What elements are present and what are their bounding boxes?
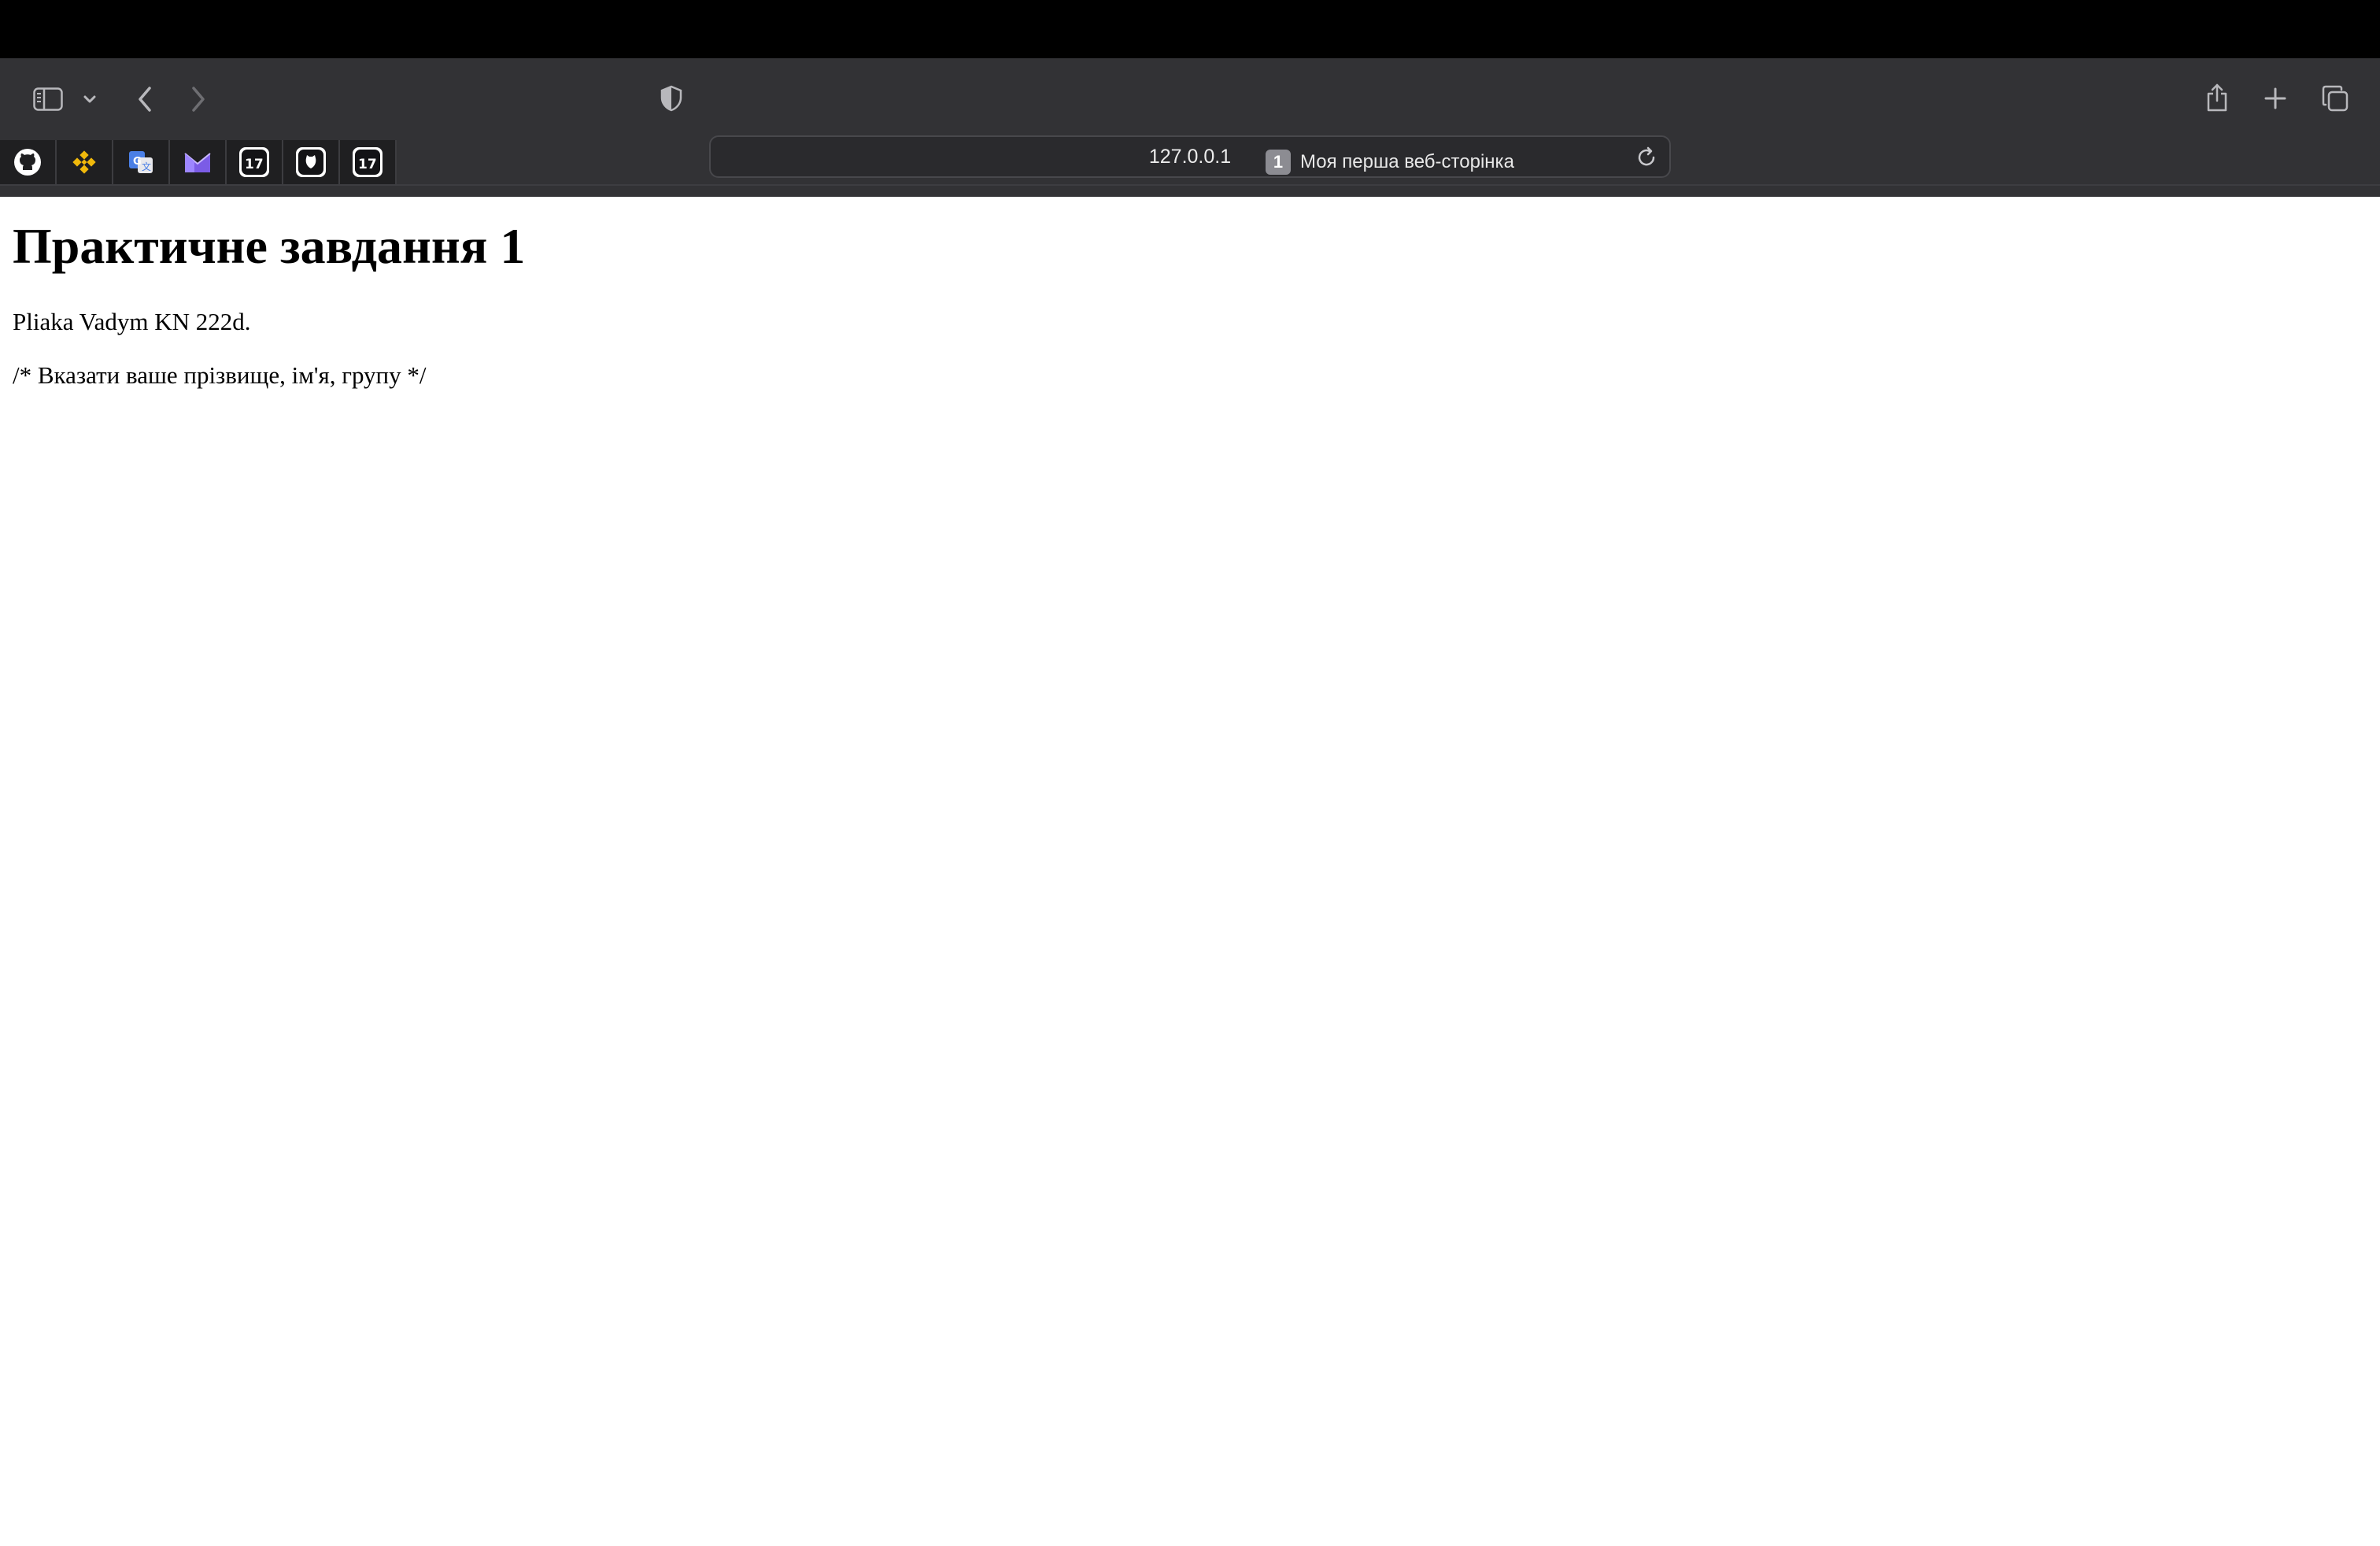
favorite-google-translate[interactable]: G 文 <box>113 140 170 184</box>
page-content: Практичне завдання 1 Pliaka Vadym KN 222… <box>13 186 2367 390</box>
favorite-github[interactable] <box>0 140 57 184</box>
share-icon[interactable] <box>2204 80 2230 115</box>
favorite-tradingview-2[interactable]: 17 <box>340 140 397 184</box>
page-heading: Практичне завдання 1 <box>13 218 526 274</box>
favorite-proton-mail[interactable] <box>170 140 227 184</box>
address-bar[interactable]: 127.0.0.1 <box>709 135 1671 178</box>
favorite-bear[interactable] <box>283 140 340 184</box>
github-icon <box>13 147 42 177</box>
tab-title[interactable]: 1 Моя перша веб-сторінка <box>1266 148 1514 176</box>
tab-count-badge: 1 <box>1266 150 1291 175</box>
sidebar-icon[interactable] <box>30 83 66 115</box>
tradingview-icon: 17 <box>353 147 382 177</box>
tab-label: Моя перша веб-сторінка <box>1300 151 1514 172</box>
bear-icon <box>296 147 326 177</box>
svg-text:文: 文 <box>142 161 151 172</box>
favorites-bar: G 文 17 17 <box>0 140 397 184</box>
url-text[interactable]: 127.0.0.1 <box>711 137 1669 176</box>
tradingview-icon: 17 <box>239 147 269 177</box>
svg-text:G: G <box>133 156 142 168</box>
google-translate-icon: G 文 <box>126 147 156 177</box>
proton-mail-icon <box>183 147 213 177</box>
favorite-tradingview[interactable]: 17 <box>227 140 283 184</box>
author-line: Pliaka Vadym KN 222d. <box>13 308 251 336</box>
comment-line: /* Вказати ваше прізвище, ім'я, групу */ <box>13 361 427 389</box>
tab-overview-icon[interactable] <box>2320 83 2350 113</box>
svg-text:17: 17 <box>358 157 377 172</box>
menu-bar <box>0 0 2380 58</box>
binance-icon <box>69 147 99 177</box>
forward-arrow-icon[interactable] <box>186 82 211 117</box>
new-tab-plus-icon[interactable] <box>2262 85 2289 112</box>
favorite-binance[interactable] <box>57 140 113 184</box>
chevron-down-icon[interactable] <box>80 90 99 109</box>
privacy-shield-icon[interactable] <box>658 83 685 113</box>
svg-text:17: 17 <box>245 157 264 172</box>
back-arrow-icon[interactable] <box>132 82 157 117</box>
reload-icon[interactable] <box>1635 146 1658 169</box>
